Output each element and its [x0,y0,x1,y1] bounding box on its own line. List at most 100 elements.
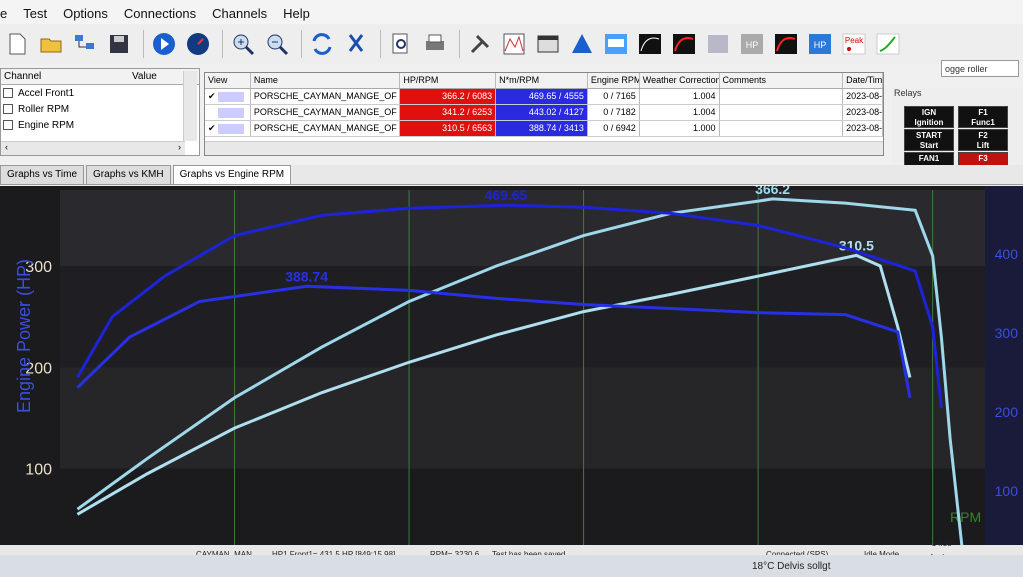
scroll-right-icon[interactable]: › [178,142,181,155]
peak-icon[interactable]: Peak [839,29,869,59]
right-tick-label: 100 [995,483,1019,499]
curve-red-icon[interactable] [771,29,801,59]
power-graph[interactable]: 3000400050006000700001002003001002003004… [0,186,1023,577]
print-icon[interactable] [420,29,450,59]
dyno-app-window: e Test Options Connections Channels Help… [0,0,1023,577]
relay-button[interactable]: START Start [904,129,954,151]
table-row[interactable]: PORSCHE_CAYMAN_MANGE_OF 341.2 / 6253 443… [205,105,884,121]
refresh-icon[interactable] [307,29,337,59]
menu-connections[interactable]: Connections [122,6,198,21]
table-row[interactable]: ✔ PORSCHE_CAYMAN_MANGE_OF 366.2 / 6083 4… [205,89,884,105]
relay-button[interactable]: F3 [958,152,1008,166]
channel-scrollbar-vertical[interactable] [183,71,197,141]
column-view[interactable]: View [205,73,251,88]
scissors-icon[interactable] [341,29,371,59]
channel-header-value[interactable]: Value [129,69,185,84]
graph-tabs: Graphs vs Time Graphs vs KMH Graphs vs E… [0,165,1023,185]
run-weather-correction: 1.004 [640,89,720,104]
plot-band [60,367,985,469]
tab-graphs-vs-time[interactable]: Graphs vs Time [0,165,85,184]
run-comment[interactable] [720,105,844,120]
menu-help[interactable]: Help [281,6,312,21]
channel-item-label: Engine RPM [18,119,75,131]
relay-button[interactable]: F2 Lift [958,129,1008,151]
column-nm-rpm[interactable]: N*m/RPM [496,73,588,88]
warning-icon[interactable] [567,29,597,59]
relay-button[interactable]: FAN1 [904,152,954,166]
blank-icon[interactable] [703,29,733,59]
menu-test[interactable]: Test [21,6,49,21]
channel-scrollbar-horizontal[interactable]: ‹ › [1,141,185,155]
tab-graphs-vs-engine-rpm[interactable]: Graphs vs Engine RPM [172,165,292,184]
tools-icon[interactable] [465,29,495,59]
toolbar-separator [222,30,223,58]
scroll-left-icon[interactable]: ‹ [5,142,8,155]
chart-icon[interactable] [601,29,631,59]
run-comment[interactable] [720,121,844,136]
menu-channels[interactable]: Channels [210,6,269,21]
column-weather-correction[interactable]: Weather Correction [640,73,720,88]
power-curve-icon[interactable] [669,29,699,59]
run-comment[interactable] [720,89,844,104]
hp-blue-label: HP [814,40,827,50]
relay-button[interactable]: F1 Func1 [958,106,1008,128]
table-row[interactable]: ✔ PORSCHE_CAYMAN_MANGE_OF 310.5 / 6563 3… [205,121,884,137]
view-checkbox[interactable]: ✔ [205,121,251,136]
column-date-time[interactable]: Date/Time [843,73,884,88]
zoom-in-icon[interactable] [228,29,258,59]
hierarchy-icon[interactable] [70,29,100,59]
channel-item[interactable]: Accel Front1 [1,85,199,101]
plot-band [60,266,985,368]
zoom-out-icon[interactable] [262,29,292,59]
column-engine-rpm[interactable]: Engine RPM [588,73,640,88]
menu-options[interactable]: Options [61,6,110,21]
open-folder-icon[interactable] [36,29,66,59]
column-comments[interactable]: Comments [720,73,844,88]
graph-icon[interactable] [499,29,529,59]
channel-checkbox[interactable] [3,88,13,98]
color-swatch [217,123,244,134]
view-checkbox[interactable]: ✔ [205,89,251,104]
column-name[interactable]: Name [251,73,401,88]
tab-graphs-vs-kmh[interactable]: Graphs vs KMH [86,165,171,184]
play-icon[interactable] [149,29,179,59]
channel-item-label: Roller RPM [18,103,70,115]
toolbar-separator [143,30,144,58]
channel-item-label: Accel Front1 [18,87,75,99]
new-file-icon[interactable] [2,29,32,59]
run-nm: 469.65 / 4555 [496,89,588,104]
color-swatch [218,107,244,118]
curve-icon[interactable] [635,29,665,59]
window-icon[interactable] [533,29,563,59]
menu-file[interactable]: e [0,6,9,21]
channel-checkbox[interactable] [3,104,13,114]
run-rpm: 0 / 6942 [588,121,640,136]
hp-gray-icon[interactable]: HP [737,29,767,59]
save-icon[interactable] [104,29,134,59]
weather-widget[interactable]: 18°C Delvis sollgt [752,561,830,572]
channel-header-name[interactable]: Channel [1,69,129,84]
preview-icon[interactable] [386,29,416,59]
runs-scrollbar-horizontal[interactable] [205,141,883,155]
relay-button[interactable]: IGN Ignition [904,106,954,128]
channel-checkbox[interactable] [3,120,13,130]
run-rpm: 0 / 7182 [588,105,640,120]
hp-blue-icon[interactable]: HP [805,29,835,59]
rising-line-icon[interactable] [873,29,903,59]
run-weather-correction: 1.000 [640,121,720,136]
toolbar-separator [301,30,302,58]
peak-label: Peak [845,36,864,45]
search-input[interactable] [941,60,1019,77]
view-checkbox[interactable] [205,105,251,120]
channel-item[interactable]: Roller RPM [1,101,199,117]
toolbar: HP HP Peak [0,24,1023,64]
clock-time: 14:38 [931,539,952,548]
gauge-icon[interactable] [183,29,213,59]
channel-item[interactable]: Engine RPM [1,117,199,133]
toolbar-separator [380,30,381,58]
x-axis-label: RPM [950,509,981,525]
peak-label: 366.2 [755,186,790,197]
hp-gray-label: HP [746,40,759,50]
run-hp: 366.2 / 6083 [400,89,497,104]
column-hp-rpm[interactable]: HP/RPM [400,73,497,88]
